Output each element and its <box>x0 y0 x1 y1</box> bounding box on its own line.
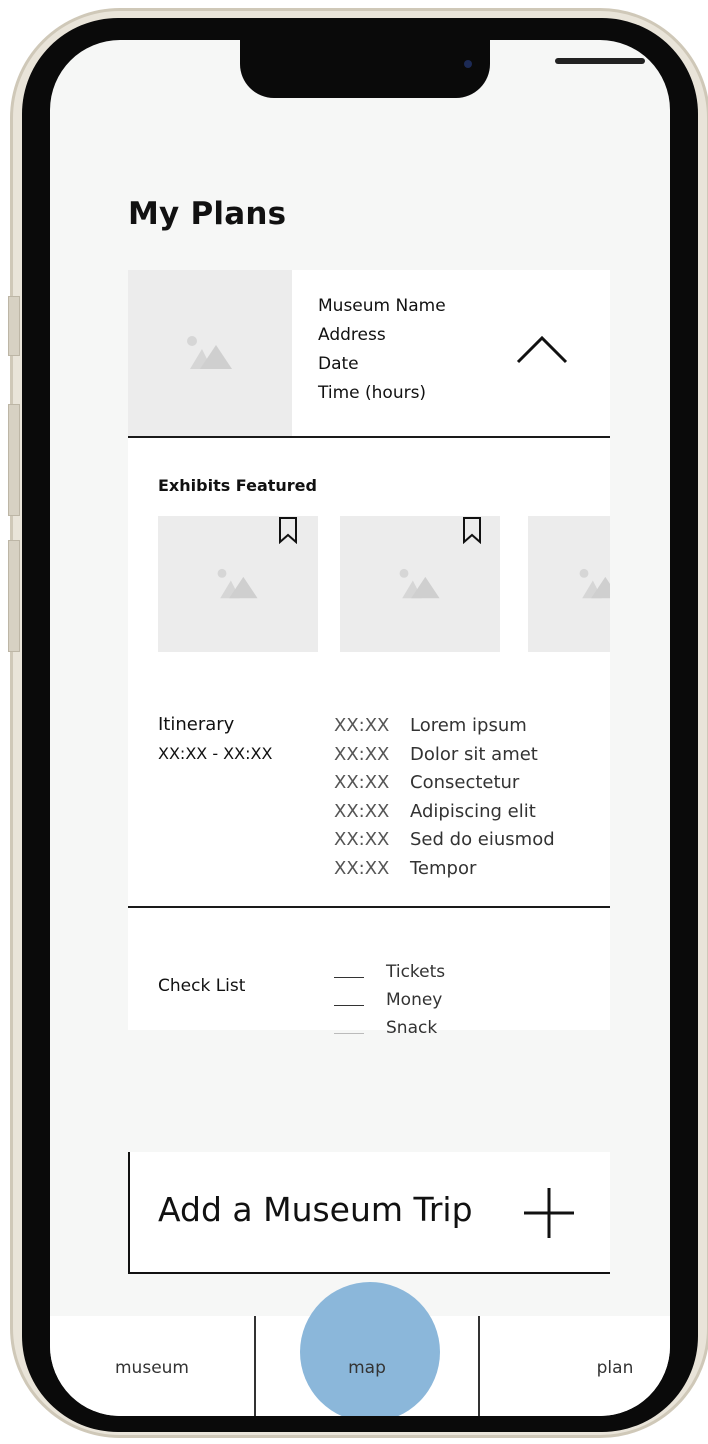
collapse-button[interactable] <box>514 328 570 368</box>
museum-name: Museum Name <box>318 296 446 316</box>
image-placeholder-icon <box>217 568 258 599</box>
volume-down-button <box>8 540 20 652</box>
museum-time: Time (hours) <box>318 383 427 403</box>
bookmark-icon[interactable] <box>278 516 298 548</box>
add-museum-trip-button[interactable]: Add a Museum Trip <box>128 1152 610 1274</box>
image-placeholder-icon <box>187 336 232 369</box>
itinerary-item: XX:XX Dolor sit amet <box>334 743 538 765</box>
side-button <box>8 296 20 356</box>
bookmark-icon[interactable] <box>462 516 482 548</box>
image-placeholder-icon <box>579 568 610 599</box>
checkbox-line[interactable] <box>334 1032 364 1034</box>
tab-map[interactable]: map <box>256 1316 478 1416</box>
plus-icon <box>522 1186 576 1244</box>
itinerary-item: XX:XX Lorem ipsum <box>334 715 527 736</box>
checklist-item[interactable]: Snack <box>334 1014 445 1042</box>
screen: My Plans Museum Name Address Date Time (… <box>50 40 670 1416</box>
image-placeholder-icon <box>399 568 440 599</box>
itinerary-item: XX:XX Consectetur <box>334 772 520 793</box>
camera-icon <box>464 60 472 68</box>
page-title: My Plans <box>128 196 287 232</box>
museum-address: Address <box>318 325 386 345</box>
checklist: Tickets Money Snack <box>334 958 445 1042</box>
chevron-up-icon <box>516 335 568 364</box>
itinerary-item: XX:XX Tempor <box>334 857 477 879</box>
notch <box>240 40 645 98</box>
exhibit-card[interactable] <box>528 516 610 652</box>
divider <box>128 436 610 438</box>
itinerary-item: XX:XX Sed do eiusmod <box>334 829 555 850</box>
tab-plan[interactable]: plan <box>480 1316 670 1416</box>
checklist-title: Check List <box>158 976 246 996</box>
museum-date: Date <box>318 354 359 374</box>
volume-up-button <box>8 404 20 516</box>
tab-museum[interactable]: museum <box>50 1316 254 1416</box>
add-trip-label: Add a Museum Trip <box>158 1190 473 1229</box>
itinerary-list: XX:XX Lorem ipsum XX:XX Dolor sit amet XX:… <box>334 712 555 883</box>
itinerary-title: Itinerary <box>158 714 235 735</box>
itinerary-time-range: XX:XX - XX:XX <box>158 744 273 763</box>
checklist-item[interactable]: Tickets <box>334 958 445 986</box>
speaker <box>555 58 645 64</box>
divider <box>128 906 610 908</box>
plan-card: Museum Name Address Date Time (hours) Ex… <box>128 270 610 1038</box>
itinerary-item: XX:XX Adipiscing elit <box>334 800 536 822</box>
museum-info: Museum Name Address Date Time (hours) <box>318 292 446 408</box>
checklist-item[interactable]: Money <box>334 986 445 1014</box>
museum-image <box>128 270 292 436</box>
checkbox-line[interactable] <box>334 1004 364 1006</box>
exhibits-title: Exhibits Featured <box>158 476 317 495</box>
checkbox-line[interactable] <box>334 976 364 978</box>
